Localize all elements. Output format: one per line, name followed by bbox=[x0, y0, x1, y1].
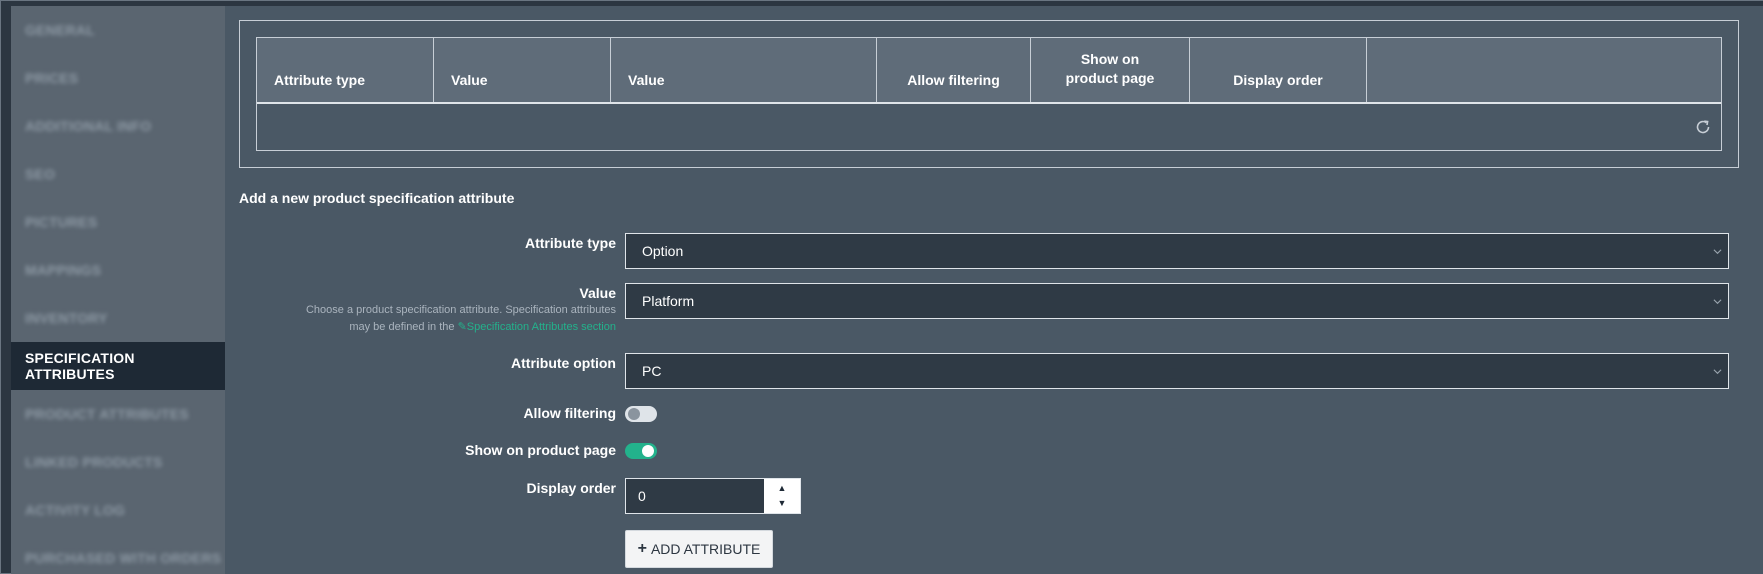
display-order-value: 0 bbox=[638, 488, 646, 504]
display-order-input[interactable]: 0 ▲ ▼ bbox=[625, 478, 801, 514]
show-on-product-page-label: Show on product page bbox=[465, 442, 616, 458]
sidebar: GENERAL PRICES ADDITIONAL INFO SEO PICTU… bbox=[11, 6, 230, 574]
sidebar-item-additional-info[interactable]: ADDITIONAL INFO bbox=[11, 102, 226, 150]
display-order-stepper[interactable]: ▲ ▼ bbox=[764, 479, 800, 513]
sidebar-item-prices[interactable]: PRICES bbox=[11, 54, 226, 102]
toggle-knob bbox=[628, 408, 640, 420]
toggle-knob bbox=[642, 445, 654, 457]
chevron-down-icon bbox=[1713, 299, 1722, 305]
sidebar-item-label: INVENTORY bbox=[25, 310, 108, 326]
grid-container: Attribute type Value Value Allow filteri… bbox=[239, 20, 1739, 168]
grid-body bbox=[257, 104, 1721, 150]
spin-down-icon[interactable]: ▼ bbox=[778, 496, 787, 511]
value-select[interactable]: Platform bbox=[625, 283, 1729, 319]
attribute-option-select[interactable]: PC bbox=[625, 353, 1729, 389]
sidebar-item-general[interactable]: GENERAL bbox=[11, 6, 226, 54]
sidebar-item-label: SEO bbox=[25, 166, 56, 182]
sidebar-item-label: SPECIFICATION ATTRIBUTES bbox=[25, 350, 135, 382]
sidebar-item-label: MAPPINGS bbox=[25, 262, 102, 278]
main-panel: Attribute type Value Value Allow filteri… bbox=[225, 6, 1763, 574]
sidebar-item-purchased-with-orders[interactable]: PURCHASED WITH ORDERS bbox=[11, 534, 226, 574]
allow-filtering-toggle[interactable] bbox=[625, 406, 657, 422]
display-order-label: Display order bbox=[526, 480, 616, 496]
sidebar-item-label: ADDITIONAL INFO bbox=[25, 118, 152, 134]
value-label: Value bbox=[579, 285, 616, 301]
allow-filtering-label: Allow filtering bbox=[523, 405, 616, 421]
plus-icon: + bbox=[637, 540, 647, 557]
value-selected: Platform bbox=[642, 293, 695, 309]
column-header-attribute-type[interactable]: Attribute type bbox=[257, 38, 434, 102]
sidebar-item-label: PRICES bbox=[25, 70, 79, 86]
section-title: Add a new product specification attribut… bbox=[239, 190, 515, 206]
column-header-value[interactable]: Value bbox=[434, 38, 611, 102]
value-hint: Choose a product specification attribute… bbox=[305, 304, 616, 333]
add-attribute-label: ADD ATTRIBUTE bbox=[650, 541, 761, 557]
column-header-display-order[interactable]: Display order bbox=[1190, 38, 1367, 102]
attribute-type-select[interactable]: Option bbox=[625, 233, 1729, 269]
attribute-type-label: Attribute type bbox=[525, 235, 616, 251]
specification-attributes-grid: Attribute type Value Value Allow filteri… bbox=[256, 37, 1722, 151]
sidebar-item-inventory[interactable]: INVENTORY bbox=[11, 294, 226, 342]
sidebar-item-pictures[interactable]: PICTURES bbox=[11, 198, 226, 246]
chevron-down-icon bbox=[1713, 369, 1722, 375]
sidebar-item-linked-products[interactable]: LINKED PRODUCTS bbox=[11, 438, 226, 486]
chevron-down-icon bbox=[1713, 249, 1722, 255]
grid-header: Attribute type Value Value Allow filteri… bbox=[257, 38, 1721, 104]
column-header-value-2[interactable]: Value bbox=[611, 38, 877, 102]
add-attribute-button[interactable]: + ADD ATTRIBUTE bbox=[625, 530, 773, 568]
column-header-show-on-product-page[interactable]: Show on product page bbox=[1031, 38, 1190, 102]
sidebar-item-label: PICTURES bbox=[25, 214, 98, 230]
sidebar-item-label: PURCHASED WITH ORDERS bbox=[25, 550, 222, 566]
show-on-product-page-toggle[interactable] bbox=[625, 443, 657, 459]
refresh-icon[interactable] bbox=[1695, 119, 1711, 135]
attribute-type-value: Option bbox=[642, 243, 684, 259]
column-header-allow-filtering[interactable]: Allow filtering bbox=[877, 38, 1031, 102]
spin-up-icon[interactable]: ▲ bbox=[778, 481, 787, 496]
sidebar-item-seo[interactable]: SEO bbox=[11, 150, 226, 198]
sidebar-item-label: PRODUCT ATTRIBUTES bbox=[25, 406, 189, 422]
sidebar-item-label: LINKED PRODUCTS bbox=[25, 454, 163, 470]
sidebar-item-activity-log[interactable]: ACTIVITY LOG bbox=[11, 486, 226, 534]
edit-icon: ✎ bbox=[457, 321, 467, 333]
sidebar-item-mappings[interactable]: MAPPINGS bbox=[11, 246, 226, 294]
sidebar-item-label: GENERAL bbox=[25, 22, 95, 38]
column-header-actions bbox=[1367, 38, 1721, 102]
attribute-option-label: Attribute option bbox=[511, 355, 616, 371]
sidebar-item-specification-attributes[interactable]: SPECIFICATION ATTRIBUTES bbox=[11, 342, 230, 390]
attribute-option-value: PC bbox=[642, 363, 662, 379]
sidebar-item-label: ACTIVITY LOG bbox=[25, 502, 126, 518]
sidebar-item-product-attributes[interactable]: PRODUCT ATTRIBUTES bbox=[11, 390, 226, 438]
specification-attributes-link[interactable]: ✎Specification Attributes section bbox=[458, 321, 616, 333]
